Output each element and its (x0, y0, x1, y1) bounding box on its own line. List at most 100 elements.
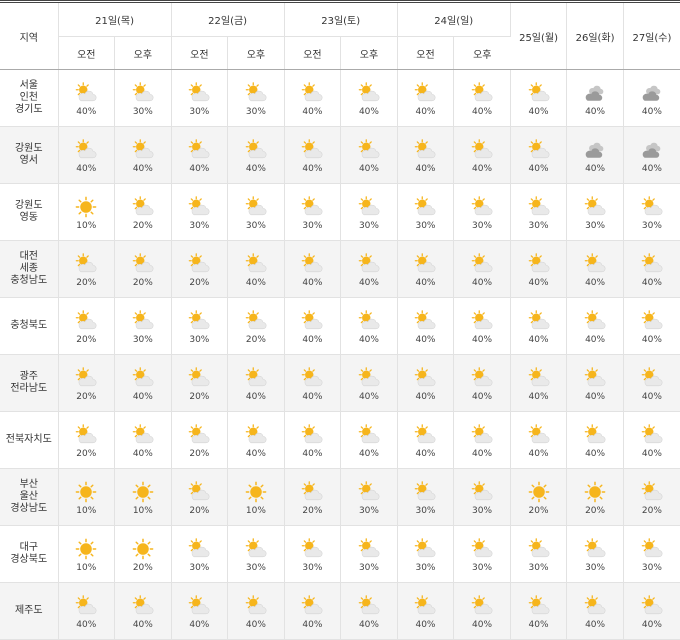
partly-cloudy-icon (341, 195, 397, 218)
weekly-forecast-table: 지역 21일(목) 22일(금) 23일(토) 24일(일) 25일(월) 26… (0, 0, 680, 640)
forecast-cell: 30% (397, 183, 455, 241)
partly-cloudy-icon (624, 309, 680, 332)
partly-cloudy-icon (341, 309, 397, 332)
partly-cloudy-icon (115, 195, 171, 218)
precip-probability: 40% (415, 106, 436, 117)
forecast-cell: 20% (114, 525, 172, 583)
precip-probability: 30% (585, 562, 606, 573)
forecast-cell: 30% (453, 525, 511, 583)
forecast-cell: 40% (227, 354, 285, 412)
table-row: 부산 울산 경상남도 10% 10% 20% 10% 20% 30% 30% 30% 20% 20% 20… (0, 468, 680, 526)
precip-probability: 40% (528, 163, 549, 174)
precip-probability: 40% (245, 277, 266, 288)
precip-probability: 20% (189, 391, 210, 402)
partly-cloudy-icon (567, 366, 623, 389)
forecast-cell: 40% (510, 582, 568, 640)
precip-probability: 40% (528, 277, 549, 288)
precip-probability: 40% (472, 106, 493, 117)
precip-probability: 40% (415, 391, 436, 402)
day-header-25: 25일(월) (510, 0, 568, 70)
partly-cloudy-icon (398, 537, 454, 560)
forecast-cell: 40% (114, 411, 172, 469)
precip-probability: 40% (641, 163, 662, 174)
region-name-line: 충청남도 (10, 275, 48, 286)
forecast-cell: 40% (453, 69, 511, 127)
forecast-cell: 40% (284, 240, 342, 298)
table-row: 광주 전라남도 20% 40% 20% 40% 40% 40% 40% 40% 40% 40% 40% (0, 354, 680, 412)
forecast-cell: 40% (566, 126, 624, 184)
precip-probability: 20% (132, 220, 153, 231)
precip-probability: 20% (132, 562, 153, 573)
precip-probability: 40% (358, 106, 379, 117)
partly-cloudy-icon (172, 480, 228, 503)
forecast-cell: 40% (453, 126, 511, 184)
forecast-cell: 40% (566, 240, 624, 298)
precip-probability: 40% (528, 619, 549, 630)
partly-cloudy-icon (567, 594, 623, 617)
partly-cloudy-icon (172, 195, 228, 218)
precip-probability: 20% (302, 505, 323, 516)
precip-probability: 40% (585, 106, 606, 117)
partly-cloudy-icon (285, 138, 341, 161)
partly-cloudy-icon (285, 423, 341, 446)
forecast-cell: 40% (566, 354, 624, 412)
forecast-cell: 40% (284, 126, 342, 184)
precip-probability: 10% (76, 505, 97, 516)
precip-probability: 40% (189, 619, 210, 630)
precip-probability: 40% (472, 391, 493, 402)
partly-cloudy-icon (115, 366, 171, 389)
precip-probability: 40% (358, 391, 379, 402)
partly-cloudy-icon (59, 309, 115, 332)
forecast-cell: 40% (397, 69, 455, 127)
forecast-cell: 40% (453, 582, 511, 640)
partly-cloudy-icon (567, 252, 623, 275)
partly-cloudy-icon (398, 252, 454, 275)
precip-probability: 40% (132, 163, 153, 174)
day-header-22: 22일(금) (171, 0, 285, 37)
forecast-cell: 40% (340, 354, 398, 412)
precip-probability: 40% (585, 448, 606, 459)
forecast-cell: 40% (397, 354, 455, 412)
precip-probability: 30% (302, 220, 323, 231)
forecast-cell: 40% (227, 582, 285, 640)
partly-cloudy-icon (59, 366, 115, 389)
forecast-cell: 40% (171, 582, 229, 640)
precip-probability: 40% (76, 619, 97, 630)
precip-probability: 10% (245, 505, 266, 516)
precip-probability: 40% (415, 277, 436, 288)
forecast-cell: 30% (171, 183, 229, 241)
precip-probability: 40% (528, 334, 549, 345)
precip-probability: 10% (76, 562, 97, 573)
forecast-cell: 40% (397, 297, 455, 355)
precip-probability: 40% (358, 448, 379, 459)
forecast-cell: 30% (340, 468, 398, 526)
precip-probability: 30% (472, 505, 493, 516)
region-name-line: 세종 (19, 263, 38, 274)
partly-cloudy-icon (341, 480, 397, 503)
partly-cloudy-icon (511, 423, 567, 446)
pm-header: 오후 (114, 36, 172, 70)
precip-probability: 40% (189, 163, 210, 174)
partly-cloudy-icon (115, 594, 171, 617)
region-cell: 제주도 (0, 582, 59, 640)
forecast-cell: 40% (510, 297, 568, 355)
precip-probability: 20% (528, 505, 549, 516)
partly-cloudy-icon (511, 81, 567, 104)
am-header: 오전 (171, 36, 229, 70)
forecast-cell: 30% (171, 297, 229, 355)
precip-probability: 30% (528, 220, 549, 231)
precip-probability: 40% (302, 391, 323, 402)
forecast-cell: 30% (284, 183, 342, 241)
forecast-cell: 30% (623, 183, 680, 241)
forecast-cell: 30% (340, 183, 398, 241)
sun-icon (115, 481, 171, 503)
forecast-cell: 20% (171, 468, 229, 526)
precip-probability: 40% (302, 448, 323, 459)
precip-probability: 30% (641, 220, 662, 231)
forecast-cell: 20% (623, 468, 680, 526)
region-name-line: 전북자치도 (5, 434, 52, 445)
forecast-cell: 40% (566, 411, 624, 469)
partly-cloudy-icon (59, 252, 115, 275)
partly-cloudy-icon (624, 594, 680, 617)
partly-cloudy-icon (59, 138, 115, 161)
